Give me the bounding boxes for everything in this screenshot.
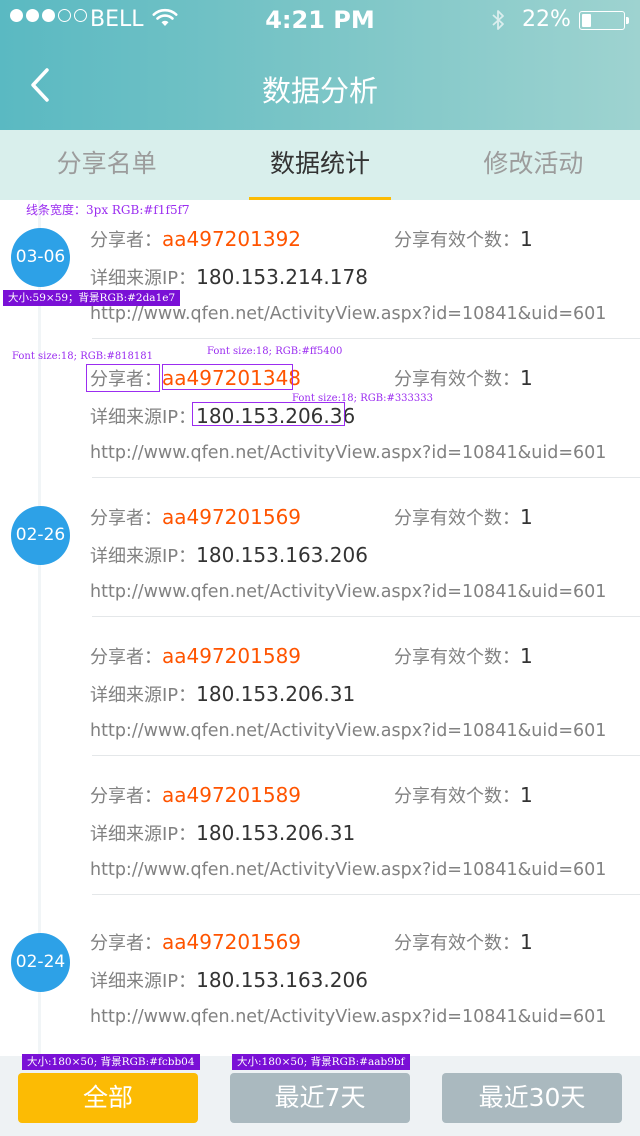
count-label: 分享有效个数： [394, 508, 520, 529]
ip-row: 详细来源IP：180.153.206.31 [90, 819, 355, 847]
activity-url: http://www.qfen.net/ActivityView.aspx?id… [90, 1007, 607, 1027]
ip-label: 详细来源IP： [90, 971, 197, 992]
sharer-name: aa497201569 [162, 930, 302, 954]
filter-30-days-button[interactable]: 最近30天 [442, 1073, 622, 1123]
valid-count: 1 [520, 783, 533, 807]
count-row: 分享有效个数：1 [394, 782, 533, 808]
list-item: 02-26 分享者：aa497201569 分享有效个数：1 详细来源IP：18… [0, 478, 640, 617]
count-label: 分享有效个数： [394, 786, 520, 807]
ip-label: 详细来源IP： [90, 268, 197, 289]
filter-7-days-button[interactable]: 最近7天 [230, 1073, 410, 1123]
sharer-name: aa497201569 [162, 505, 302, 529]
date-badge: 02-26 [11, 506, 70, 565]
ip-label: 详细来源IP： [90, 824, 197, 845]
sharer-row: 分享者：aa497201569 [90, 504, 301, 530]
ip-row: 详细来源IP：180.153.206.31 [90, 680, 355, 708]
annotation-sharer-font: Font size:18; RGB:#ff5400 [207, 346, 343, 357]
status-bar: BELL 4:21 PM 22% [0, 0, 640, 40]
annotation-active-filter: 大小:180×50; 背景RGB:#fcbb04 [22, 1054, 200, 1070]
activity-url: http://www.qfen.net/ActivityView.aspx?id… [90, 582, 607, 602]
annotation-box-ip [192, 402, 345, 426]
annotation-box-label [86, 364, 160, 392]
list-item: 分享者：aa497201589 分享有效个数：1 详细来源IP：180.153.… [0, 756, 640, 895]
ip-label: 详细来源IP： [90, 407, 197, 428]
source-ip: 180.153.163.206 [196, 968, 368, 992]
header: BELL 4:21 PM 22% 数据分析 [0, 0, 640, 130]
valid-count: 1 [520, 644, 533, 668]
source-ip: 180.153.206.31 [196, 682, 356, 706]
valid-count: 1 [520, 505, 533, 529]
sharer-label: 分享者： [90, 508, 162, 529]
ip-row: 详细来源IP：180.153.214.178 [90, 263, 368, 291]
divider [92, 894, 640, 895]
annotation-date-badge: 大小:59×59；背景RGB:#2da1e7 [3, 290, 181, 306]
activity-url: http://www.qfen.net/ActivityView.aspx?id… [90, 443, 607, 463]
tab-bar: 分享名单 数据统计 修改活动 [0, 130, 640, 200]
sharer-label: 分享者： [90, 230, 162, 251]
sharer-row: 分享者：aa497201589 [90, 643, 301, 669]
sharer-label: 分享者： [90, 647, 162, 668]
tab-edit-activity[interactable]: 修改活动 [427, 130, 640, 200]
page-title: 数据分析 [261, 74, 378, 108]
count-row: 分享有效个数：1 [394, 504, 533, 530]
sharer-label: 分享者： [90, 933, 162, 954]
nav-bar: 数据分析 [0, 40, 640, 130]
count-row: 分享有效个数：1 [394, 226, 533, 252]
count-label: 分享有效个数： [394, 230, 520, 251]
record-list[interactable]: 03-06 分享者：aa497201392 分享有效个数：1 详细来源IP：18… [0, 200, 640, 1056]
tab-share-list[interactable]: 分享名单 [0, 130, 213, 200]
count-row: 分享有效个数：1 [394, 929, 533, 955]
valid-count: 1 [520, 366, 533, 390]
sharer-row: 分享者：aa497201569 [90, 929, 301, 955]
list-item: 分享者：aa497201589 分享有效个数：1 详细来源IP：180.153.… [0, 617, 640, 756]
annotation-inactive-filter: 大小:180×50; 背景RGB:#aab9bf [232, 1054, 410, 1070]
date-badge: 02-24 [11, 933, 70, 992]
source-ip: 180.153.163.206 [196, 543, 368, 567]
valid-count: 1 [520, 930, 533, 954]
sharer-row: 分享者：aa497201589 [90, 782, 301, 808]
bluetooth-icon [492, 10, 504, 30]
battery-icon [579, 11, 629, 30]
tab-statistics[interactable]: 数据统计 [213, 130, 426, 200]
count-label: 分享有效个数： [394, 933, 520, 954]
list-item: 03-06 分享者：aa497201392 分享有效个数：1 详细来源IP：18… [0, 200, 640, 339]
annotation-box-sharer [162, 364, 293, 390]
sharer-row: 分享者：aa497201392 [90, 226, 301, 252]
filter-all-button[interactable]: 全部 [18, 1073, 198, 1123]
activity-url: http://www.qfen.net/ActivityView.aspx?id… [90, 721, 607, 741]
activity-url: http://www.qfen.net/ActivityView.aspx?id… [90, 860, 607, 880]
source-ip: 180.153.214.178 [196, 265, 368, 289]
count-label: 分享有效个数： [394, 369, 520, 390]
ip-label: 详细来源IP： [90, 685, 197, 706]
annotation-label-font: Font size:18; RGB:#818181 [12, 351, 153, 362]
sharer-name: aa497201392 [162, 227, 302, 251]
ip-row: 详细来源IP：180.153.163.206 [90, 541, 368, 569]
date-badge: 03-06 [11, 228, 70, 287]
sharer-name: aa497201589 [162, 644, 302, 668]
count-row: 分享有效个数：1 [394, 365, 533, 391]
ip-row: 详细来源IP：180.153.163.206 [90, 966, 368, 994]
sharer-label: 分享者： [90, 786, 162, 807]
battery-fill [582, 14, 591, 27]
source-ip: 180.153.206.31 [196, 821, 356, 845]
annotation-timeline-line: 线条宽度：3px RGB:#f1f5f7 [26, 203, 190, 217]
count-row: 分享有效个数：1 [394, 643, 533, 669]
valid-count: 1 [520, 227, 533, 251]
ip-label: 详细来源IP： [90, 546, 197, 567]
sharer-name: aa497201589 [162, 783, 302, 807]
count-label: 分享有效个数： [394, 647, 520, 668]
list-item: 02-24 分享者：aa497201569 分享有效个数：1 详细来源IP：18… [0, 903, 640, 1042]
battery-percent: 22% [522, 7, 571, 32]
